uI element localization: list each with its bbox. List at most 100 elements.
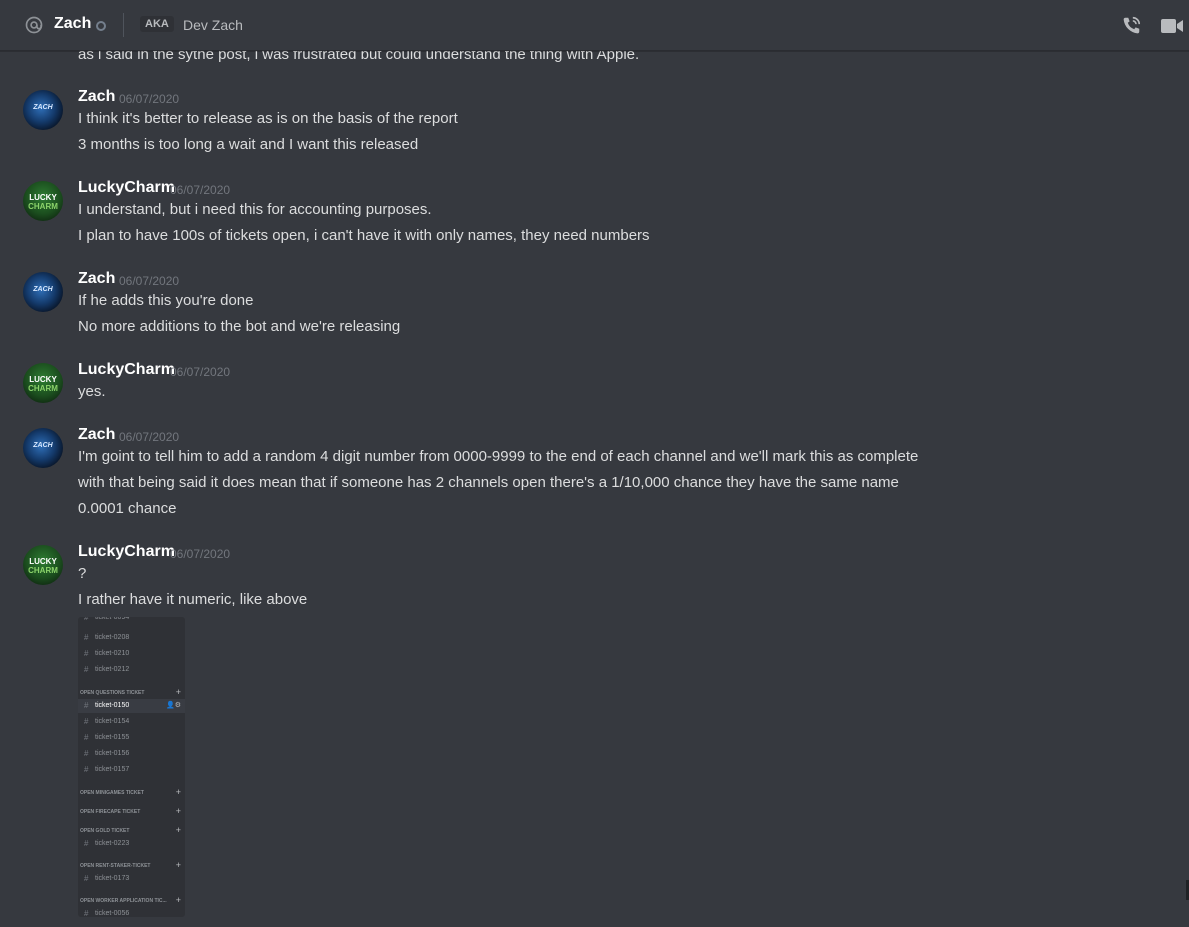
message-author[interactable]: Zach: [78, 270, 115, 288]
plus-icon: +: [175, 787, 181, 797]
message-timestamp: 06/07/2020: [119, 92, 180, 106]
message-text: I think it's better to release as is on …: [78, 110, 458, 127]
hash-icon: #: [84, 617, 89, 622]
category-name: OPEN RENT-STAKER-TICKET: [80, 863, 151, 869]
dm-recipient-name[interactable]: Zach: [54, 15, 91, 33]
channel-name: ticket-0056: [95, 910, 130, 917]
avatar-label: ZACH: [33, 442, 53, 449]
message-timestamp: 06/07/2020: [170, 183, 231, 197]
channel-item: # ticket-0154: [78, 715, 185, 729]
channel-header: Zach AKA Dev Zach: [0, 0, 1189, 51]
message-text: I rather have it numeric, like above: [78, 591, 308, 608]
channel-category: OPEN FIRECAPE TICKET +: [78, 806, 185, 818]
message-author[interactable]: LuckyCharm: [78, 543, 175, 561]
channel-name: ticket-0173: [95, 875, 130, 882]
avatar-label: LUCKY: [29, 375, 57, 384]
hash-icon: #: [84, 909, 89, 917]
message-author[interactable]: Zach: [78, 426, 115, 444]
channel-name: ticket-0212: [95, 666, 130, 673]
phone-call-icon[interactable]: [1120, 15, 1142, 37]
avatar-label: CHARM: [28, 202, 58, 211]
channel-item: # ticket-0173: [78, 872, 185, 886]
message-author[interactable]: LuckyCharm: [78, 361, 175, 379]
avatar[interactable]: ZACH: [23, 428, 63, 468]
channel-item: # ticket-0210: [78, 647, 185, 661]
channel-name: ticket-0157: [95, 766, 130, 773]
channel-item-active: # ticket-0150 👤⚙: [78, 699, 185, 713]
plus-icon: +: [175, 687, 181, 697]
channel-name: ticket-0150: [95, 702, 130, 709]
message-text: 0.0001 chance: [78, 500, 177, 517]
channel-item: # ticket-0094: [78, 617, 185, 625]
channel-name: ticket-0094: [95, 617, 130, 621]
message-text: 3 months is too long a wait and I want t…: [78, 136, 419, 153]
image-attachment[interactable]: # ticket-0094 # ticket-0208 # ticket-0210 #…: [78, 617, 185, 917]
status-indicator-icon: [96, 21, 106, 31]
avatar-label: CHARM: [28, 566, 58, 575]
avatar[interactable]: ZACH: [23, 272, 63, 312]
message-text: with that being said it does mean that i…: [78, 474, 899, 491]
hash-icon: #: [84, 749, 89, 758]
channel-name: ticket-0223: [95, 840, 130, 847]
channel-item: # ticket-0056: [78, 907, 185, 917]
avatar[interactable]: ZACH: [23, 90, 63, 130]
message-timestamp: 06/07/2020: [119, 274, 180, 288]
hash-icon: #: [84, 765, 89, 774]
avatar[interactable]: LUCKY CHARM: [23, 363, 63, 403]
message-text: I understand, but i need this for accoun…: [78, 201, 432, 218]
message-text: I'm goint to tell him to add a random 4 …: [78, 448, 919, 465]
channel-name: ticket-0208: [95, 634, 130, 641]
avatar-label: ZACH: [33, 286, 53, 293]
channel-category: OPEN WORKER APPLICATION TIC... +: [78, 895, 185, 907]
channel-category: OPEN QUESTIONS TICKET +: [78, 687, 185, 699]
message-text: No more additions to the bot and we're r…: [78, 318, 401, 335]
channel-name: ticket-0155: [95, 734, 130, 741]
hash-icon: #: [84, 701, 89, 710]
channel-name: ticket-0156: [95, 750, 130, 757]
message-text: ?: [78, 565, 87, 582]
video-camera-icon[interactable]: [1160, 17, 1184, 35]
hash-icon: #: [84, 649, 89, 658]
plus-icon: +: [175, 825, 181, 835]
message-author[interactable]: LuckyCharm: [78, 179, 175, 197]
message-timestamp: 06/07/2020: [119, 430, 180, 444]
message-text: yes.: [78, 383, 106, 400]
category-name: OPEN FIRECAPE TICKET: [80, 809, 141, 815]
message-text: as i said in the sythe post, i was frust…: [78, 50, 640, 63]
channel-item: # ticket-0157: [78, 763, 185, 777]
avatar-label: ZACH: [33, 104, 53, 111]
channel-item: # ticket-0212: [78, 663, 185, 677]
category-name: OPEN WORKER APPLICATION TIC...: [80, 898, 167, 904]
message-text: I plan to have 100s of tickets open, i c…: [78, 227, 650, 244]
channel-name: ticket-0154: [95, 718, 130, 725]
plus-icon: +: [175, 860, 181, 870]
category-name: OPEN GOLD TICKET: [80, 828, 130, 834]
channel-category: OPEN RENT-STAKER-TICKET +: [78, 860, 185, 872]
header-divider: [123, 13, 124, 37]
channel-item: # ticket-0155: [78, 731, 185, 745]
avatar-label: LUCKY: [29, 557, 57, 566]
avatar[interactable]: LUCKY CHARM: [23, 545, 63, 585]
channel-item: # ticket-0223: [78, 837, 185, 851]
avatar-label: LUCKY: [29, 193, 57, 202]
hash-icon: #: [84, 717, 89, 726]
avatar[interactable]: LUCKY CHARM: [23, 181, 63, 221]
message-text: If he adds this you're done: [78, 292, 254, 309]
message-timestamp: 06/07/2020: [170, 547, 231, 561]
channel-name: ticket-0210: [95, 650, 130, 657]
alias-nickname: Dev Zach: [183, 17, 243, 33]
hash-icon: #: [84, 874, 89, 883]
channel-category: OPEN MINIGAMES TICKET +: [78, 787, 185, 799]
channel-item: # ticket-0208: [78, 631, 185, 645]
message-list[interactable]: as i said in the sythe post, i was frust…: [0, 50, 1189, 927]
aka-badge: AKA: [140, 16, 174, 32]
channel-item: # ticket-0156: [78, 747, 185, 761]
hash-icon: #: [84, 665, 89, 674]
at-sign-icon: [25, 16, 43, 34]
message-author[interactable]: Zach: [78, 88, 115, 106]
avatar-label: CHARM: [28, 384, 58, 393]
message-timestamp: 06/07/2020: [170, 365, 231, 379]
channel-settings-icon: 👤⚙: [166, 702, 181, 709]
channel-category: OPEN GOLD TICKET +: [78, 825, 185, 837]
plus-icon: +: [175, 895, 181, 905]
